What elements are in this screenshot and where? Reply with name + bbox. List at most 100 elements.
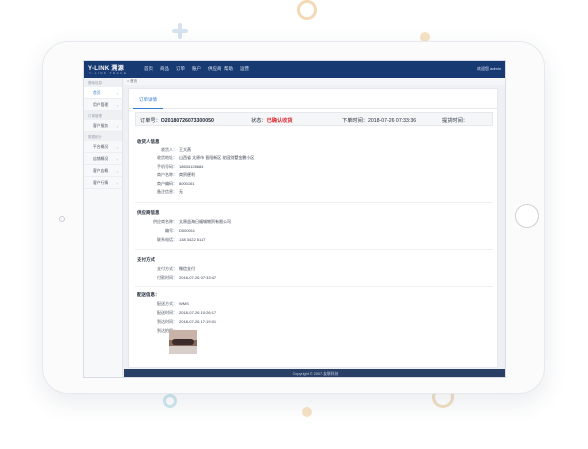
chevron-right-icon: › bbox=[116, 145, 118, 150]
sidebar-item-platform[interactable]: 平台概况 › bbox=[84, 141, 122, 153]
sidebar-item-customer-trend[interactable]: 客户行情 › bbox=[84, 177, 122, 189]
breadcrumb-item[interactable]: 首页 bbox=[130, 79, 137, 83]
order-detail-panel: 订单详情 订单号：O20180726073300050 状态：已确认收货 下单时… bbox=[128, 88, 498, 368]
nav-item[interactable]: 账户 bbox=[192, 66, 208, 72]
info-row: 手机号码： 18634126684 bbox=[137, 164, 437, 171]
chevron-right-icon: › bbox=[116, 91, 118, 96]
info-label: 配送时间： bbox=[157, 310, 177, 315]
info-row: 联系电话： 138 3422 5117 bbox=[137, 237, 437, 244]
nav-item[interactable]: 运营 bbox=[240, 66, 256, 72]
logo-subtitle: Y-LINK TRACE bbox=[89, 71, 128, 75]
order-number-value: O20180726073300050 bbox=[160, 118, 214, 124]
tab-order-detail[interactable]: 订单详情 bbox=[133, 95, 163, 109]
decor-ring bbox=[163, 394, 177, 408]
info-label: 配送方式： bbox=[157, 301, 177, 306]
info-value: 8000161 bbox=[179, 181, 195, 186]
info-value: WMS bbox=[179, 301, 189, 306]
arrival-photo[interactable] bbox=[169, 330, 197, 354]
info-label: 付款时间： bbox=[157, 275, 177, 280]
section-title-payment: 支付方式 bbox=[137, 257, 155, 262]
sidebar-item-users[interactable]: 用户管理 › bbox=[84, 99, 122, 111]
breadcrumb: ⌂ 首页 bbox=[124, 78, 505, 85]
sidebar-group-title: 订单管理 bbox=[84, 111, 122, 120]
nav-item[interactable]: 订单 bbox=[176, 66, 192, 72]
info-row: 配送时间： 2018-07-26 10:26:17 bbox=[137, 310, 437, 317]
page-stage: Y-LINK 溯源 Y-LINK TRACE 首页 商品 订单 账户 供应商 帮… bbox=[0, 0, 588, 449]
sidebar-item-store[interactable]: 店铺概况 › bbox=[84, 153, 122, 165]
info-label: 商户编码： bbox=[157, 181, 177, 186]
main-nav: 首页 商品 订单 账户 供应商 帮助 运营 bbox=[144, 66, 256, 72]
chevron-right-icon: › bbox=[116, 103, 118, 108]
info-row: 到达时间： 2018-07-26 17:19:01 bbox=[137, 319, 437, 326]
user-menu[interactable]: 欢迎您 admin bbox=[477, 66, 501, 72]
nav-item[interactable]: 供应商 bbox=[208, 66, 224, 72]
info-label: 收货人： bbox=[161, 147, 177, 152]
chevron-right-icon: › bbox=[116, 169, 118, 174]
section-divider bbox=[135, 286, 493, 287]
info-row: 供应商名称： 太原益海日福城物贸有限公司 bbox=[137, 219, 437, 226]
app-screen: Y-LINK 溯源 Y-LINK TRACE 首页 商品 订单 账户 供应商 帮… bbox=[83, 60, 506, 378]
info-label: 收货地址： bbox=[157, 155, 177, 160]
order-created-value: 2018-07-26 07:33:36 bbox=[367, 118, 417, 124]
info-label: 手机号码： bbox=[157, 164, 177, 169]
info-value: 微信支付 bbox=[179, 266, 195, 271]
nav-item[interactable]: 商品 bbox=[160, 66, 176, 72]
info-value: 山西省 太原市 晋阳新区 花园别墅金鹏小区 bbox=[179, 155, 255, 160]
order-created-label: 下单时间： bbox=[342, 118, 368, 124]
nav-item[interactable]: 首页 bbox=[144, 66, 160, 72]
footer: Copyright © 2007 友联科技 bbox=[124, 369, 505, 377]
info-label: 联系电话： bbox=[157, 237, 177, 242]
info-value: 王大燕 bbox=[179, 147, 191, 152]
info-row: 备注信息：无 bbox=[137, 189, 437, 196]
info-value: 2018-07-26 17:19:01 bbox=[179, 319, 217, 324]
decor-ring bbox=[297, 0, 317, 20]
chevron-right-icon: › bbox=[116, 181, 118, 186]
home-button[interactable] bbox=[515, 204, 539, 228]
top-navbar: Y-LINK 溯源 Y-LINK TRACE 首页 商品 订单 账户 供应商 帮… bbox=[84, 61, 505, 78]
info-label: 商户名称： bbox=[157, 172, 177, 177]
info-value: D000011 bbox=[179, 228, 195, 233]
plus-icon bbox=[172, 23, 188, 39]
order-created: 下单时间：2018-07-26 07:33:36 bbox=[342, 117, 416, 124]
info-row: 商户编码： 8000161 bbox=[137, 181, 437, 188]
info-label: 供应商名称： bbox=[153, 219, 177, 224]
photo-part bbox=[169, 346, 197, 354]
section-divider bbox=[135, 202, 493, 203]
info-row: 商户名称： 商贸便利 bbox=[137, 172, 437, 179]
sidebar-item-label: 用户管理 bbox=[93, 103, 109, 107]
chevron-right-icon: › bbox=[116, 157, 118, 162]
order-delivery: 提货时间： bbox=[442, 117, 468, 124]
section-title-supplier: 供应商信息 bbox=[137, 210, 160, 215]
order-delivery-label: 提货时间： bbox=[442, 118, 468, 124]
info-value: 138 3422 5117 bbox=[179, 237, 206, 242]
tab-bar: 订单详情 bbox=[129, 89, 497, 109]
nav-item[interactable]: 帮助 bbox=[224, 66, 240, 72]
sidebar-item-label: 平台概况 bbox=[93, 145, 109, 149]
order-number-label: 订单号： bbox=[140, 118, 161, 124]
sidebar-item-home[interactable]: 首页 › bbox=[84, 87, 122, 99]
sidebar-item-customer-store[interactable]: 客户店概 › bbox=[84, 165, 122, 177]
decor-dot bbox=[302, 407, 312, 417]
info-value: 2018-07-26 07:33:47 bbox=[179, 275, 217, 280]
info-row: 收货地址： 山西省 太原市 晋阳新区 花园别墅金鹏小区 bbox=[137, 155, 437, 162]
photo-part bbox=[172, 339, 194, 345]
info-row: 编号： D000011 bbox=[137, 228, 437, 235]
sidebar-item-service[interactable]: 客户服务 › bbox=[84, 120, 122, 132]
info-label: 到达时间： bbox=[157, 319, 177, 324]
sidebar-group-title: 数据统计 bbox=[84, 132, 122, 141]
info-value: 无 bbox=[179, 189, 183, 194]
info-label: 支付方式： bbox=[157, 266, 177, 271]
status-badge: 已确认收货 bbox=[266, 118, 293, 124]
info-value: 18634126684 bbox=[179, 164, 204, 169]
order-status: 状态：已确认收货 bbox=[251, 117, 293, 124]
sidebar-item-label: 店铺概况 bbox=[93, 157, 109, 161]
chevron-right-icon: › bbox=[116, 124, 118, 129]
section-divider bbox=[135, 249, 493, 250]
order-status-label: 状态： bbox=[251, 118, 267, 124]
info-row: 支付方式： 微信支付 bbox=[137, 266, 437, 273]
sidebar: 基础信息 首页 › 用户管理 › 订单管理 客户服务 › 数据统计 平台概况 › 店铺概… bbox=[84, 78, 123, 377]
info-label: 编号： bbox=[165, 228, 177, 233]
info-row: 配送方式： WMS bbox=[137, 301, 437, 308]
info-label: 备注信息： bbox=[157, 189, 177, 194]
section-title-shipping: 配送信息： bbox=[137, 292, 160, 297]
